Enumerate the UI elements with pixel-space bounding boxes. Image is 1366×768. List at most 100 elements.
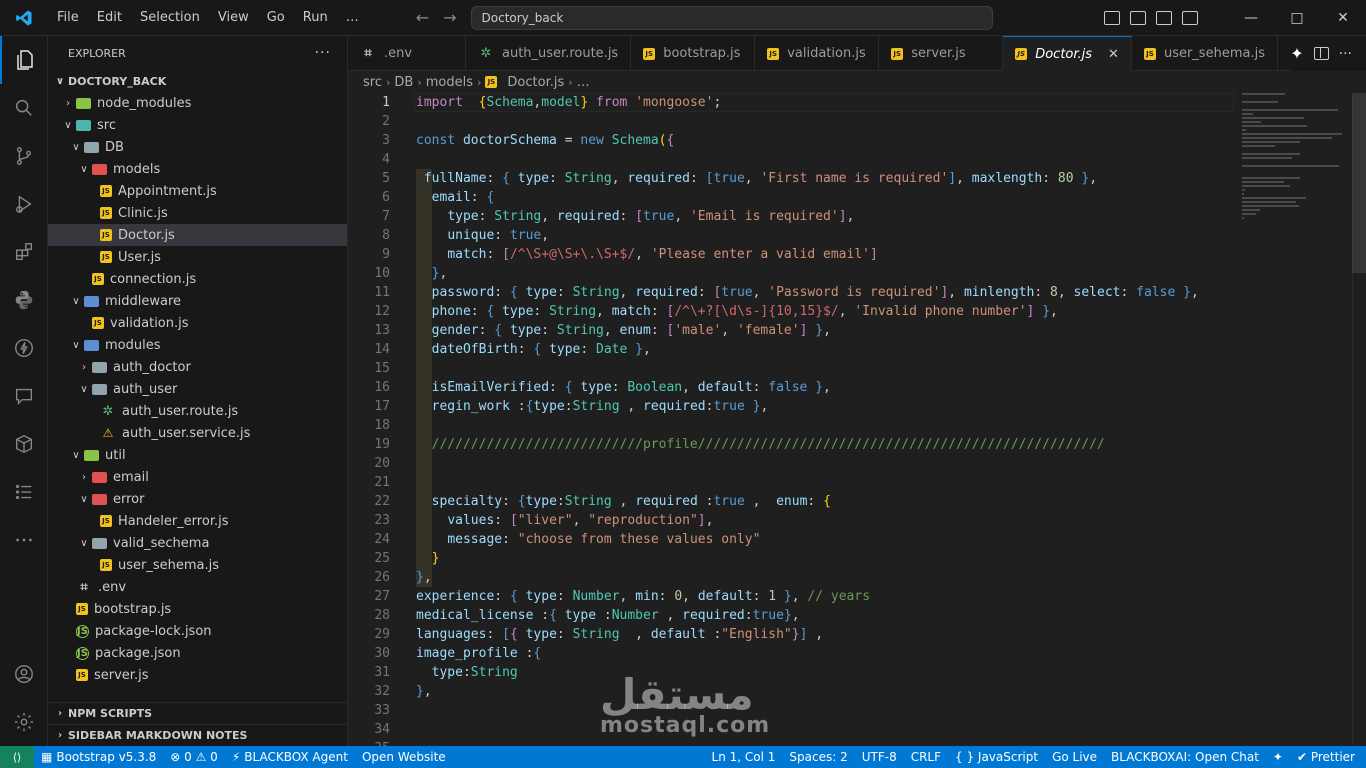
tree-file[interactable]: JS Doctor.js xyxy=(48,224,347,246)
breadcrumb-item[interactable]: src xyxy=(363,75,382,90)
tab-validation-js[interactable]: JS validation.js xyxy=(755,36,880,71)
run-debug-icon[interactable] xyxy=(0,180,48,228)
explorer-more-icon[interactable]: ··· xyxy=(315,45,331,61)
tree-folder[interactable]: ∨ util xyxy=(48,444,347,466)
folder-gray-icon xyxy=(92,361,107,373)
status-right-item-8[interactable]: ✔ Prettier xyxy=(1290,750,1362,764)
extensions-icon[interactable] xyxy=(0,228,48,276)
breadcrumb-item[interactable]: Doctor.js xyxy=(507,75,564,90)
tab--env[interactable]: ⌗ .env xyxy=(348,36,466,71)
tree-file[interactable]: JS User.js xyxy=(48,246,347,268)
tree-folder[interactable]: › email xyxy=(48,466,347,488)
npm-scripts-section[interactable]: › NPM SCRIPTS xyxy=(48,702,348,724)
tree-folder[interactable]: ∨ error xyxy=(48,488,347,510)
menu-item-1[interactable]: Edit xyxy=(88,0,131,36)
menu-item-0[interactable]: File xyxy=(48,0,88,36)
minimap[interactable] xyxy=(1242,93,1352,293)
split-editor-icon[interactable] xyxy=(1313,47,1329,60)
toggle-secondary-sidebar-icon[interactable] xyxy=(1182,11,1198,25)
search-icon[interactable] xyxy=(0,84,48,132)
status-right-item-0[interactable]: Ln 1, Col 1 xyxy=(705,750,783,764)
scrollbar-thumb[interactable] xyxy=(1352,93,1366,273)
tree-file[interactable]: JS Appointment.js xyxy=(48,180,347,202)
command-center-search[interactable]: Doctory_back xyxy=(470,5,993,30)
tree-folder[interactable]: ∨ valid_sechema xyxy=(48,532,347,554)
tab-bootstrap-js[interactable]: JS bootstrap.js xyxy=(631,36,756,71)
tree-file[interactable]: JS connection.js xyxy=(48,268,347,290)
customize-layout-icon[interactable] xyxy=(1104,11,1120,25)
breadcrumb-item[interactable]: … xyxy=(577,75,590,90)
close-window-button[interactable]: ✕ xyxy=(1320,0,1366,36)
status-right-item-7[interactable]: ✦ xyxy=(1266,750,1290,764)
settings-gear-icon[interactable] xyxy=(0,698,48,746)
tab-auth-user-route-js[interactable]: ✲ auth_user.route.js xyxy=(466,36,632,71)
tree-file[interactable]: JS package-lock.json xyxy=(48,620,347,642)
minimize-button[interactable]: — xyxy=(1228,0,1274,36)
menu-bar: File Edit Selection View Go Run… xyxy=(48,0,368,36)
breadcrumb-item[interactable]: models xyxy=(426,75,473,90)
source-control-icon[interactable] xyxy=(0,132,48,180)
remote-icon[interactable]: ⟨⟩ xyxy=(0,746,34,768)
vertical-scrollbar[interactable] xyxy=(1352,93,1366,746)
toggle-panel-icon[interactable] xyxy=(1156,11,1172,25)
breadcrumb-item[interactable]: DB xyxy=(394,75,413,90)
lightning-icon[interactable] xyxy=(0,324,48,372)
tree-folder[interactable]: ∨ DB xyxy=(48,136,347,158)
sidebar-markdown-notes-section[interactable]: › SIDEBAR MARKDOWN NOTES xyxy=(48,724,348,746)
tree-folder[interactable]: ∨ auth_user xyxy=(48,378,347,400)
explorer-icon[interactable] xyxy=(0,36,48,84)
python-icon[interactable] xyxy=(0,276,48,324)
menu-item-4[interactable]: Go xyxy=(258,0,294,36)
tree-file[interactable]: ⌗ .env xyxy=(48,576,347,598)
account-icon[interactable] xyxy=(0,650,48,698)
tree-folder[interactable]: ∨ models xyxy=(48,158,347,180)
status-blackbox-agent[interactable]: ⚡ BLACKBOX Agent xyxy=(225,750,355,764)
more-icon[interactable] xyxy=(0,516,48,564)
status-right-item-3[interactable]: CRLF xyxy=(904,750,948,764)
status-problems[interactable]: ⊗ 0 ⚠ 0 xyxy=(163,750,225,764)
status-open-website[interactable]: Open Website xyxy=(355,750,453,764)
toggle-primary-sidebar-icon[interactable] xyxy=(1130,11,1146,25)
menu-item-6[interactable]: … xyxy=(337,0,368,36)
sparkle-icon[interactable]: ✦ xyxy=(1290,44,1303,63)
tree-folder[interactable]: ∨ modules xyxy=(48,334,347,356)
status-right-item-6[interactable]: BLACKBOXAI: Open Chat xyxy=(1104,750,1266,764)
status-right-item-4[interactable]: { } JavaScript xyxy=(948,750,1045,764)
status-bootstrap[interactable]: ▦ Bootstrap v5.3.8 xyxy=(34,750,163,764)
tree-file[interactable]: JS Handeler_error.js xyxy=(48,510,347,532)
tab-user-sehema-js[interactable]: JS user_sehema.js xyxy=(1132,36,1278,71)
tree-file[interactable]: ✲ auth_user.route.js xyxy=(48,400,347,422)
tree-folder[interactable]: › auth_doctor xyxy=(48,356,347,378)
tab-server-js[interactable]: JS server.js xyxy=(879,36,1004,71)
forward-arrow-icon[interactable]: → xyxy=(443,8,456,27)
tree-folder[interactable]: ∨ middleware xyxy=(48,290,347,312)
menu-item-5[interactable]: Run xyxy=(294,0,337,36)
maximize-button[interactable]: □ xyxy=(1274,0,1320,36)
status-right-item-5[interactable]: Go Live xyxy=(1045,750,1104,764)
back-arrow-icon[interactable]: ← xyxy=(416,8,429,27)
tree-file[interactable]: JS user_sehema.js xyxy=(48,554,347,576)
menu-item-2[interactable]: Selection xyxy=(131,0,209,36)
tree-root[interactable]: ∨ DOCTORY_BACK xyxy=(48,70,347,92)
chat-icon[interactable] xyxy=(0,372,48,420)
menu-item-3[interactable]: View xyxy=(209,0,258,36)
tree-file[interactable]: ⚠ auth_user.service.js xyxy=(48,422,347,444)
tree-file[interactable]: JS Clinic.js xyxy=(48,202,347,224)
tab-doctor-js[interactable]: JS Doctor.js ✕ xyxy=(1003,36,1132,71)
code-token: { xyxy=(666,133,675,148)
status-right-item-1[interactable]: Spaces: 2 xyxy=(782,750,854,764)
more-actions-icon[interactable]: ··· xyxy=(1339,46,1352,62)
tree-file[interactable]: JS server.js xyxy=(48,664,347,686)
tree-folder[interactable]: › node_modules xyxy=(48,92,347,114)
activity-bottom xyxy=(0,650,48,746)
status-right-item-2[interactable]: UTF-8 xyxy=(855,750,904,764)
code-editor[interactable]: 1 import {Schema,model} from 'mongoose'; 2… xyxy=(348,93,1366,746)
tree-file[interactable]: JS bootstrap.js xyxy=(48,598,347,620)
code-token: match xyxy=(447,247,487,262)
tree-file[interactable]: JS package.json xyxy=(48,642,347,664)
tree-folder[interactable]: ∨ src xyxy=(48,114,347,136)
tree-file[interactable]: JS validation.js xyxy=(48,312,347,334)
package-icon[interactable] xyxy=(0,420,48,468)
close-icon[interactable]: ✕ xyxy=(1108,47,1119,62)
list-checks-icon[interactable] xyxy=(0,468,48,516)
